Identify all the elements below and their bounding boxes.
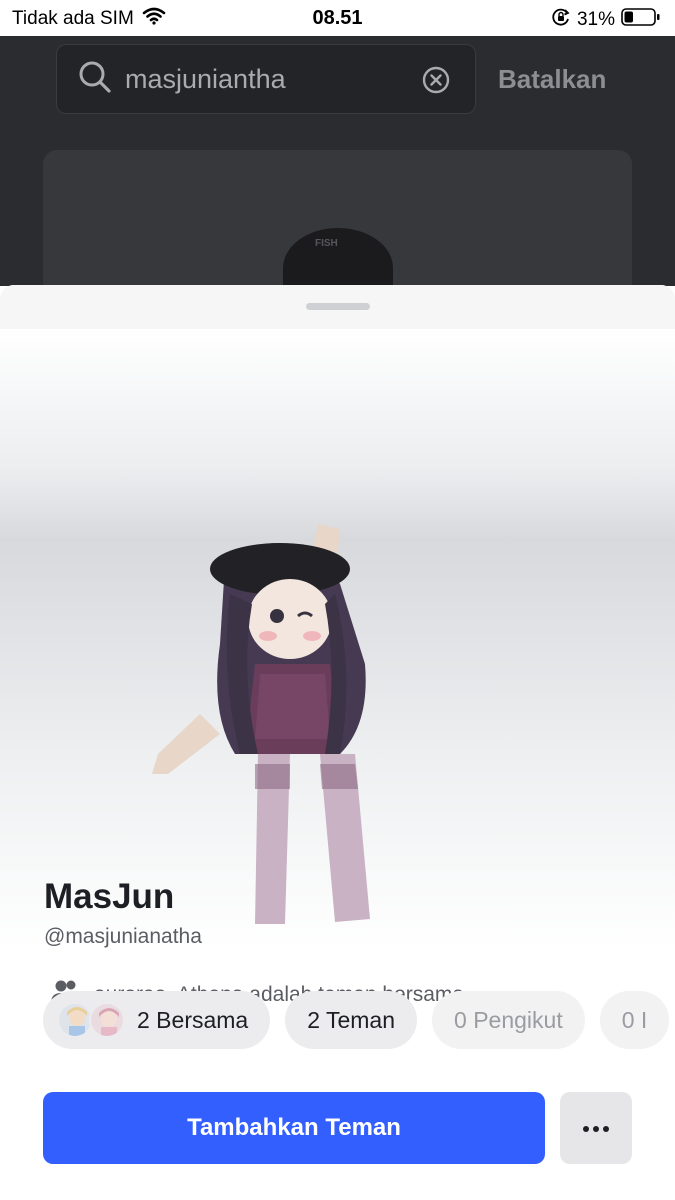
battery-icon bbox=[621, 7, 661, 33]
status-left: Tidak ada SIM bbox=[12, 7, 166, 31]
following-count-chip[interactable]: 0 I bbox=[599, 991, 670, 1049]
avatar-3d-figure bbox=[152, 524, 370, 924]
cancel-search-button[interactable]: Batalkan bbox=[498, 64, 606, 95]
profile-actions: Tambahkan Teman bbox=[43, 1092, 632, 1164]
more-dots-icon bbox=[582, 1121, 610, 1136]
clear-search-icon[interactable] bbox=[421, 65, 451, 100]
wifi-icon bbox=[142, 7, 166, 31]
mutual-count-chip[interactable]: 2 Bersama bbox=[43, 991, 271, 1049]
mutual-avatar-1 bbox=[57, 1002, 93, 1038]
mutual-avatar-2 bbox=[89, 1002, 125, 1038]
profile-stats-row: 2 Bersama 2 Teman 0 Pengikut 0 I bbox=[43, 991, 670, 1049]
profile-display-name: MasJun bbox=[44, 877, 175, 916]
friends-count-chip[interactable]: 2 Teman bbox=[285, 991, 418, 1049]
battery-percent: 31% bbox=[576, 9, 615, 30]
search-field[interactable]: masjuniantha bbox=[56, 44, 476, 114]
mutual-avatars bbox=[57, 1002, 125, 1038]
profile-screen: Tidak ada SIM 08.51 31% masjuniantha Bat… bbox=[0, 0, 675, 1200]
followers-count-chip[interactable]: 0 Pengikut bbox=[432, 991, 585, 1049]
search-screen-backdrop: masjuniantha Batalkan FISH bbox=[0, 36, 675, 300]
sheet-grabber-handle[interactable] bbox=[306, 303, 370, 310]
sheet-header bbox=[0, 285, 675, 329]
orientation-lock-icon bbox=[551, 7, 571, 33]
add-friend-button[interactable]: Tambahkan Teman bbox=[43, 1092, 545, 1164]
carrier-label: Tidak ada SIM bbox=[12, 8, 134, 29]
profile-bottom-sheet: MasJun @masjunianatha auroraa, Athena ad… bbox=[0, 285, 675, 1200]
search-query: masjuniantha bbox=[125, 63, 286, 94]
search-result-card[interactable]: FISH bbox=[43, 150, 632, 300]
profile-username: @masjunianatha bbox=[44, 925, 202, 948]
more-options-button[interactable] bbox=[560, 1092, 632, 1164]
mutual-count-label: 2 Bersama bbox=[137, 1006, 249, 1033]
search-icon bbox=[77, 59, 113, 100]
avatar-stage: MasJun @masjunianatha auroraa, Athena ad… bbox=[0, 329, 675, 1006]
status-right: 31% bbox=[551, 7, 661, 33]
status-bar: Tidak ada SIM 08.51 31% bbox=[0, 0, 675, 36]
